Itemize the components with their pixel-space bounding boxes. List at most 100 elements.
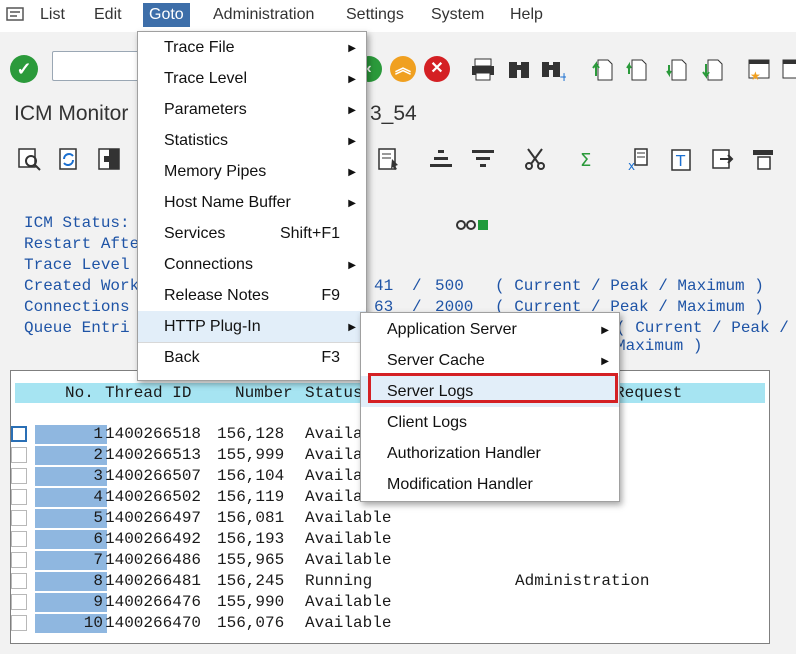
goto-menu-item-release-notes[interactable]: Release Notes F9 (138, 280, 366, 311)
first-page-icon[interactable] (590, 56, 616, 82)
goto-menu-item-parameters[interactable]: Parameters ▶ (138, 94, 366, 125)
submenu-item-modification-handler[interactable]: Modification Handler (361, 469, 619, 500)
label-trace-level: Trace Level (24, 256, 130, 274)
sort-ascending-icon[interactable] (428, 146, 454, 172)
goto-menu-item-trace-level[interactable]: Trace Level ▶ (138, 63, 366, 94)
goto-menu-item-trace-file[interactable]: Trace File ▶ (138, 32, 366, 63)
menu-item-shortcut: Shift+F1 (279, 225, 340, 242)
cell-no: 4 (35, 488, 107, 507)
table-row[interactable]: 9 1400266476 155,990 Available (11, 592, 769, 613)
title-bar: ICM Monitor 3_54 (0, 96, 796, 138)
label-queue-entries: Queue Entri (24, 319, 130, 337)
menu-item-label: Application Server (387, 321, 517, 338)
menu-list[interactable]: List (40, 6, 65, 24)
goto-menu-item-connections[interactable]: Connections ▶ (138, 249, 366, 280)
row-select-checkbox[interactable] (11, 426, 27, 442)
export-excel-icon[interactable]: x (626, 146, 652, 172)
menu-administration[interactable]: Administration (213, 6, 314, 24)
menu-item-label: Memory Pipes (164, 163, 267, 180)
table-row[interactable]: 8 1400266481 156,245 Running Administration (11, 571, 769, 592)
cell-no: 8 (35, 572, 107, 591)
row-select-checkbox[interactable] (11, 489, 27, 505)
submenu-arrow-icon: ▶ (348, 198, 356, 209)
row-select-checkbox[interactable] (11, 573, 27, 589)
menu-edit[interactable]: Edit (94, 6, 122, 24)
goto-menu-item-statistics[interactable]: Statistics ▶ (138, 125, 366, 156)
refresh-icon[interactable] (56, 146, 82, 172)
cell-number: 155,990 (217, 593, 285, 611)
submenu-item-server-cache[interactable]: Server Cache ▶ (361, 345, 619, 376)
layout-icon[interactable] (750, 146, 776, 172)
create-session-icon[interactable]: ★ (746, 56, 772, 82)
goto-menu-item-http-plug-in[interactable]: HTTP Plug-In ▶ (138, 311, 366, 342)
workers-sep: / (412, 277, 422, 295)
cell-status: Available (305, 509, 392, 527)
row-select-checkbox[interactable] (11, 552, 27, 568)
header-no[interactable]: No. (65, 383, 94, 403)
system-menu-icon[interactable] (6, 6, 24, 22)
menu-settings[interactable]: Settings (346, 6, 404, 24)
select-icon[interactable] (376, 146, 402, 172)
submenu-arrow-icon: ▶ (601, 325, 609, 336)
cell-thread-id: 1400266513 (105, 446, 202, 464)
menu-goto[interactable]: Goto (143, 3, 190, 27)
submenu-item-client-logs[interactable]: Client Logs (361, 407, 619, 438)
label-connections: Connections (24, 298, 130, 316)
menu-help[interactable]: Help (510, 6, 543, 24)
row-select-checkbox[interactable] (11, 531, 27, 547)
previous-page-icon[interactable] (624, 56, 650, 82)
header-number[interactable]: Number (235, 383, 293, 403)
table-row[interactable]: 6 1400266492 156,193 Available (11, 529, 769, 550)
row-select-checkbox[interactable] (11, 594, 27, 610)
exit-icon[interactable]: ︽ (390, 56, 416, 82)
cell-no: 10 (35, 614, 107, 633)
cell-no: 1 (35, 425, 107, 444)
row-select-checkbox[interactable] (11, 510, 27, 526)
next-page-icon[interactable] (664, 56, 690, 82)
menu-system[interactable]: System (431, 6, 484, 24)
forward-icon[interactable] (710, 146, 736, 172)
table-row[interactable]: 7 1400266486 155,965 Available (11, 550, 769, 571)
row-select-checkbox[interactable] (11, 615, 27, 631)
cell-thread-id: 1400266476 (105, 593, 202, 611)
goto-menu: Trace File ▶ Trace Level ▶ Parameters ▶ Statis… (137, 31, 367, 381)
detail-icon[interactable] (16, 146, 42, 172)
cut-icon[interactable] (522, 146, 548, 172)
submenu-arrow-icon: ▶ (348, 105, 356, 116)
cell-no: 6 (35, 530, 107, 549)
command-field[interactable] (52, 51, 142, 81)
cell-status: Availa (305, 425, 363, 443)
submenu-arrow-icon: ▶ (348, 74, 356, 85)
table-row[interactable]: 10 1400266470 156,076 Available (11, 613, 769, 634)
goto-menu-item-services[interactable]: Services Shift+F1 (138, 218, 366, 249)
menu-item-shortcut: F9 (321, 287, 340, 304)
menu-item-label: Parameters (164, 101, 247, 118)
shortcut-icon[interactable] (780, 56, 796, 82)
queue-legend: ( Current / Peak / Maximum ) (616, 319, 789, 355)
toggle-icon[interactable] (96, 146, 122, 172)
sort-descending-icon[interactable] (470, 146, 496, 172)
goto-menu-item-host-name-buffer[interactable]: Host Name Buffer ▶ (138, 187, 366, 218)
find-next-icon[interactable]: + (540, 56, 566, 82)
row-select-checkbox[interactable] (11, 447, 27, 463)
menu-item-label: Connections (164, 256, 253, 273)
last-page-icon[interactable] (700, 56, 726, 82)
cancel-icon[interactable]: ✕ (424, 56, 450, 82)
submenu-item-authorization-handler[interactable]: Authorization Handler (361, 438, 619, 469)
header-thread-id[interactable]: Thread ID (105, 383, 191, 403)
sum-icon[interactable]: Σ (574, 146, 600, 172)
table-row[interactable]: 5 1400266497 156,081 Available (11, 508, 769, 529)
svg-text:Σ: Σ (580, 150, 591, 171)
enter-icon[interactable]: ✓ (10, 55, 38, 83)
submenu-item-application-server[interactable]: Application Server ▶ (361, 314, 619, 345)
header-request[interactable]: Request (615, 383, 682, 403)
text-icon[interactable]: T (668, 146, 694, 172)
goto-menu-item-back[interactable]: Back F3 (138, 342, 366, 373)
print-icon[interactable] (470, 56, 496, 82)
row-select-checkbox[interactable] (11, 468, 27, 484)
cell-number: 156,193 (217, 530, 285, 548)
goto-menu-item-memory-pipes[interactable]: Memory Pipes ▶ (138, 156, 366, 187)
find-icon[interactable] (506, 56, 532, 82)
cell-number: 156,128 (217, 425, 285, 443)
header-status[interactable]: Status (305, 383, 363, 403)
